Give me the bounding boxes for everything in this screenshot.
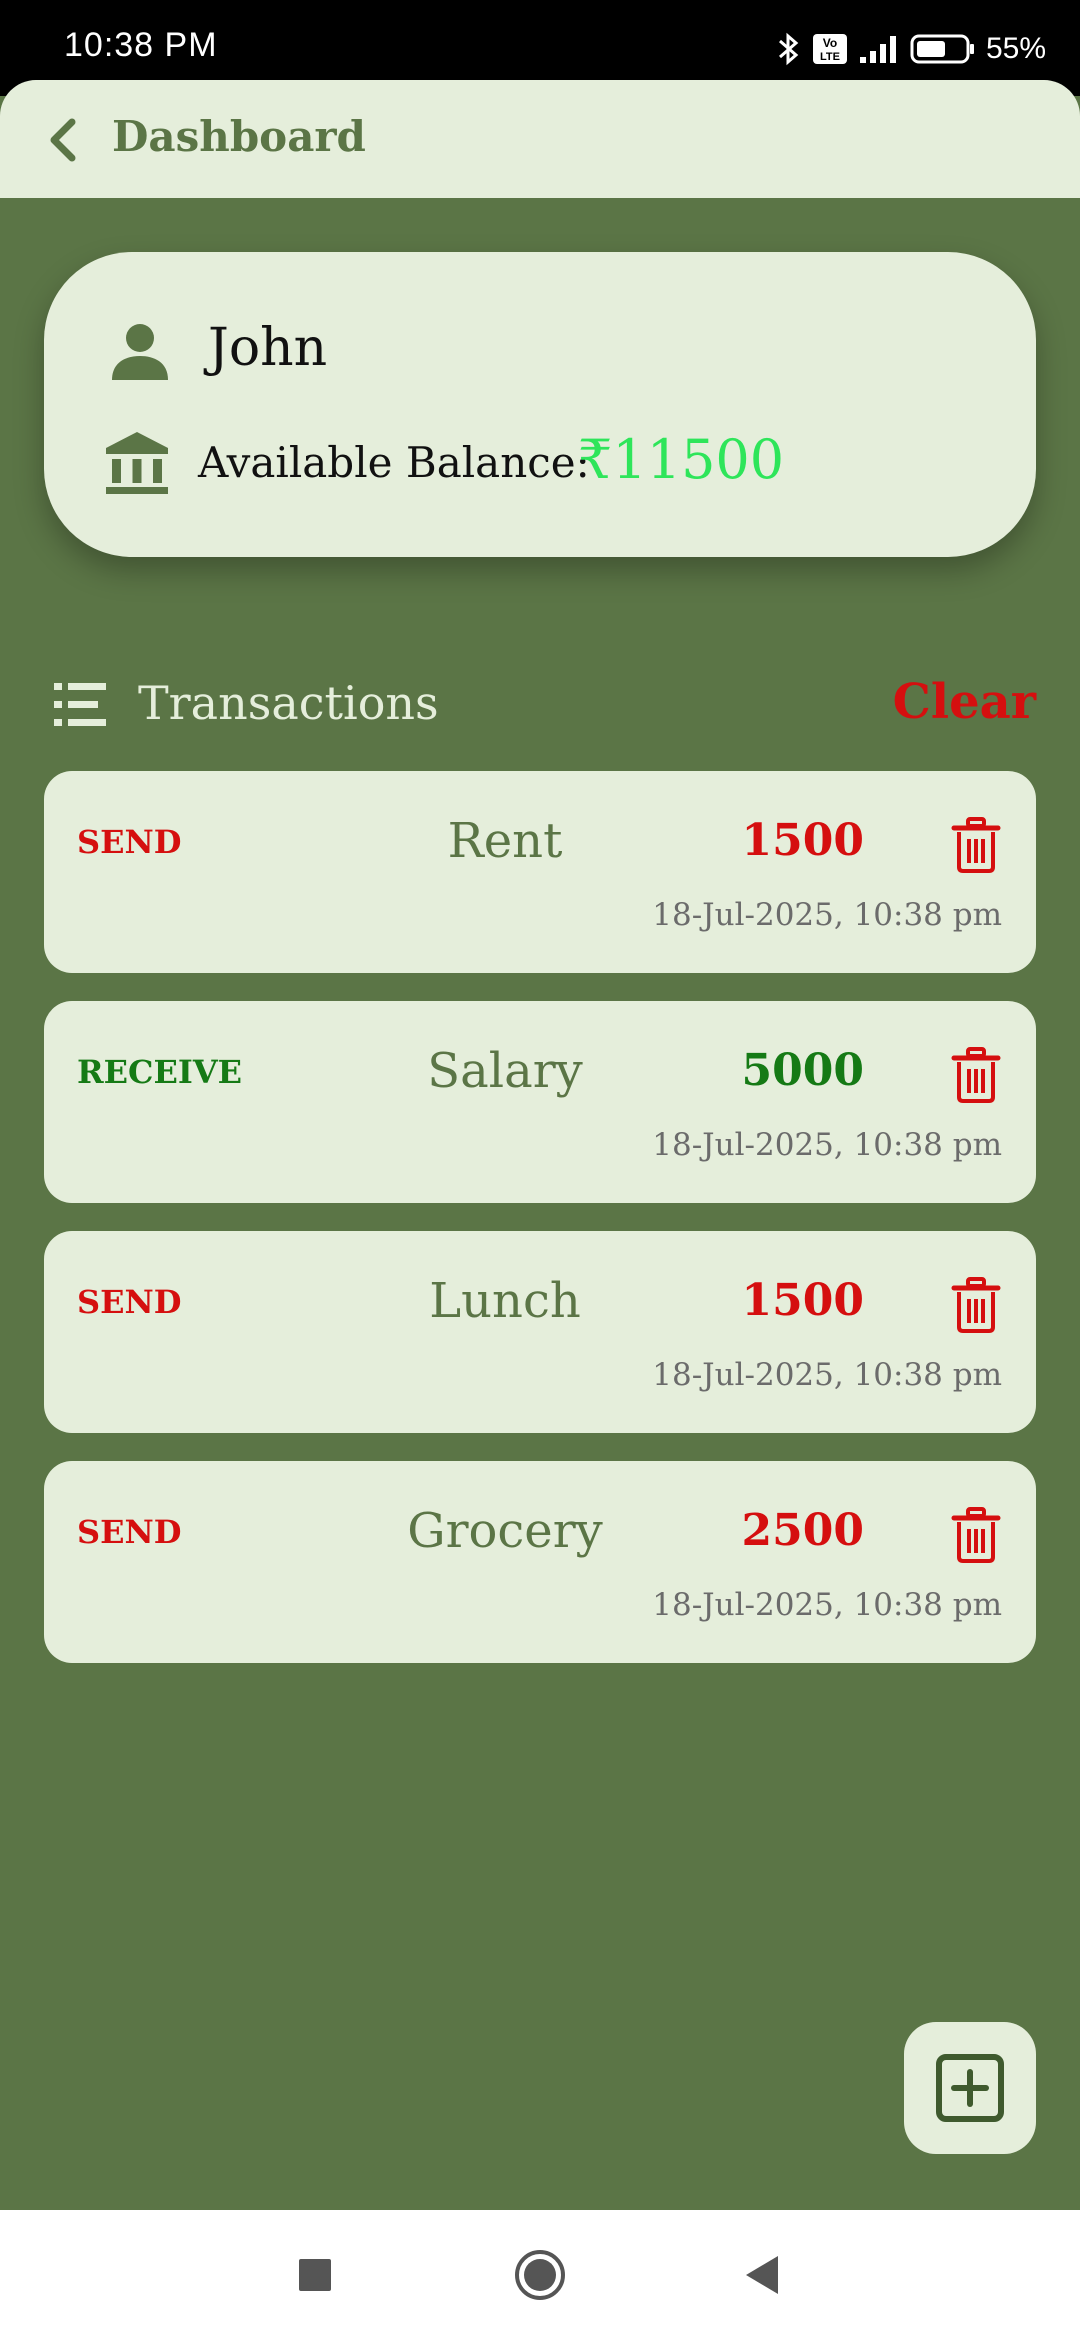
list-icon xyxy=(54,683,106,726)
transaction-amount: 2500 xyxy=(741,1505,864,1556)
delete-button[interactable] xyxy=(948,1505,1004,1565)
transaction-type: SEND xyxy=(77,1513,182,1551)
home-circle-icon[interactable] xyxy=(512,2250,568,2300)
transaction-type: SEND xyxy=(77,823,182,861)
delete-button[interactable] xyxy=(948,1275,1004,1335)
transaction-amount: 1500 xyxy=(741,815,864,866)
transaction-type: SEND xyxy=(77,1283,182,1321)
transaction-card[interactable]: SEND Rent 1500 18-Jul-2025, 10:38 pm xyxy=(44,771,1036,973)
volte-icon: Vo LTE xyxy=(812,34,847,64)
bluetooth-icon xyxy=(778,32,799,66)
transaction-date: 18-Jul-2025, 10:38 pm xyxy=(652,1357,1002,1393)
account-card: John Available Balance: ₹11500 xyxy=(44,252,1036,557)
chevron-left-icon xyxy=(50,118,76,162)
transaction-date: 18-Jul-2025, 10:38 pm xyxy=(652,1587,1002,1623)
transaction-description: Salary xyxy=(427,1043,583,1099)
signal-icon xyxy=(859,36,896,63)
battery-icon xyxy=(910,34,974,64)
system-nav-bar xyxy=(0,2210,1080,2340)
volte-bottom-text: LTE xyxy=(820,51,840,63)
volte-top-text: Vo xyxy=(823,36,837,50)
transaction-list: SEND Rent 1500 18-Jul-2025, 10:38 pm REC… xyxy=(44,771,1036,1691)
transaction-date: 18-Jul-2025, 10:38 pm xyxy=(652,897,1002,933)
battery-percent: 55% xyxy=(985,32,1046,65)
trash-icon xyxy=(951,1047,1001,1103)
trash-icon xyxy=(951,1507,1001,1563)
person-icon xyxy=(112,324,168,380)
back-triangle-icon[interactable] xyxy=(742,2250,782,2300)
add-box-icon xyxy=(936,2054,1004,2122)
trash-icon xyxy=(951,1277,1001,1333)
trash-icon xyxy=(951,817,1001,873)
transaction-card[interactable]: RECEIVE Salary 5000 18-Jul-2025, 10:38 p… xyxy=(44,1001,1036,1203)
transaction-description: Grocery xyxy=(407,1503,603,1559)
add-transaction-button[interactable] xyxy=(904,2022,1036,2154)
app-bar: Dashboard xyxy=(0,80,1080,198)
page-title: Dashboard xyxy=(112,112,366,161)
back-button[interactable] xyxy=(34,110,94,170)
status-time: 10:38 PM xyxy=(64,26,218,64)
transactions-title: Transactions xyxy=(138,676,439,730)
delete-button[interactable] xyxy=(948,815,1004,875)
transaction-description: Rent xyxy=(447,813,563,869)
transaction-amount: 5000 xyxy=(741,1045,864,1096)
balance-value: ₹11500 xyxy=(578,428,785,491)
bank-icon xyxy=(106,432,168,494)
clear-button[interactable]: Clear xyxy=(893,674,1036,730)
transaction-card[interactable]: SEND Grocery 2500 18-Jul-2025, 10:38 pm xyxy=(44,1461,1036,1663)
user-name: John xyxy=(208,318,328,378)
transaction-amount: 1500 xyxy=(741,1275,864,1326)
transaction-type: RECEIVE xyxy=(77,1053,243,1091)
balance-label: Available Balance: xyxy=(198,438,590,487)
status-icons: Vo LTE 55% xyxy=(776,24,1046,74)
recents-square-icon[interactable] xyxy=(298,2250,332,2300)
transaction-description: Lunch xyxy=(429,1273,581,1329)
transaction-card[interactable]: SEND Lunch 1500 18-Jul-2025, 10:38 pm xyxy=(44,1231,1036,1433)
delete-button[interactable] xyxy=(948,1045,1004,1105)
transaction-date: 18-Jul-2025, 10:38 pm xyxy=(652,1127,1002,1163)
